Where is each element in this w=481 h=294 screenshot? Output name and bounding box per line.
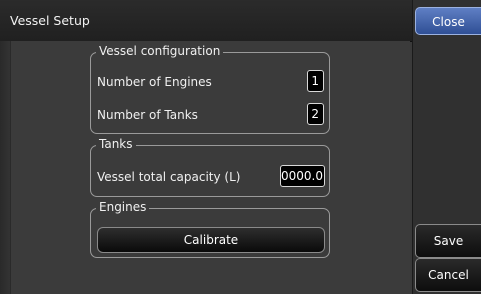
engines-group: Engines Calibrate xyxy=(90,200,330,258)
tanks-value-field[interactable]: 2 xyxy=(307,103,324,125)
engines-label: Number of Engines xyxy=(97,75,212,89)
engines-title: Engines xyxy=(96,200,150,214)
tanks-label: Number of Tanks xyxy=(97,108,198,122)
left-edge xyxy=(0,41,10,294)
engines-value-field[interactable]: 1 xyxy=(307,70,324,92)
capacity-label: Vessel total capacity (L) xyxy=(97,170,241,184)
save-button[interactable]: Save xyxy=(415,224,481,258)
close-button[interactable]: Close xyxy=(415,7,481,35)
tanks-title: Tanks xyxy=(96,137,136,151)
vessel-configuration-group: Vessel configuration Number of Engines 1… xyxy=(90,44,330,134)
vessel-configuration-title: Vessel configuration xyxy=(96,44,224,58)
tanks-group: Tanks Vessel total capacity (L) 0000.0 xyxy=(90,137,330,197)
title-bar: Vessel Setup xyxy=(0,0,412,42)
capacity-value-field[interactable]: 0000.0 xyxy=(280,165,325,187)
window-title: Vessel Setup xyxy=(10,13,90,28)
cancel-button[interactable]: Cancel xyxy=(415,258,481,292)
calibrate-button[interactable]: Calibrate xyxy=(97,227,325,253)
